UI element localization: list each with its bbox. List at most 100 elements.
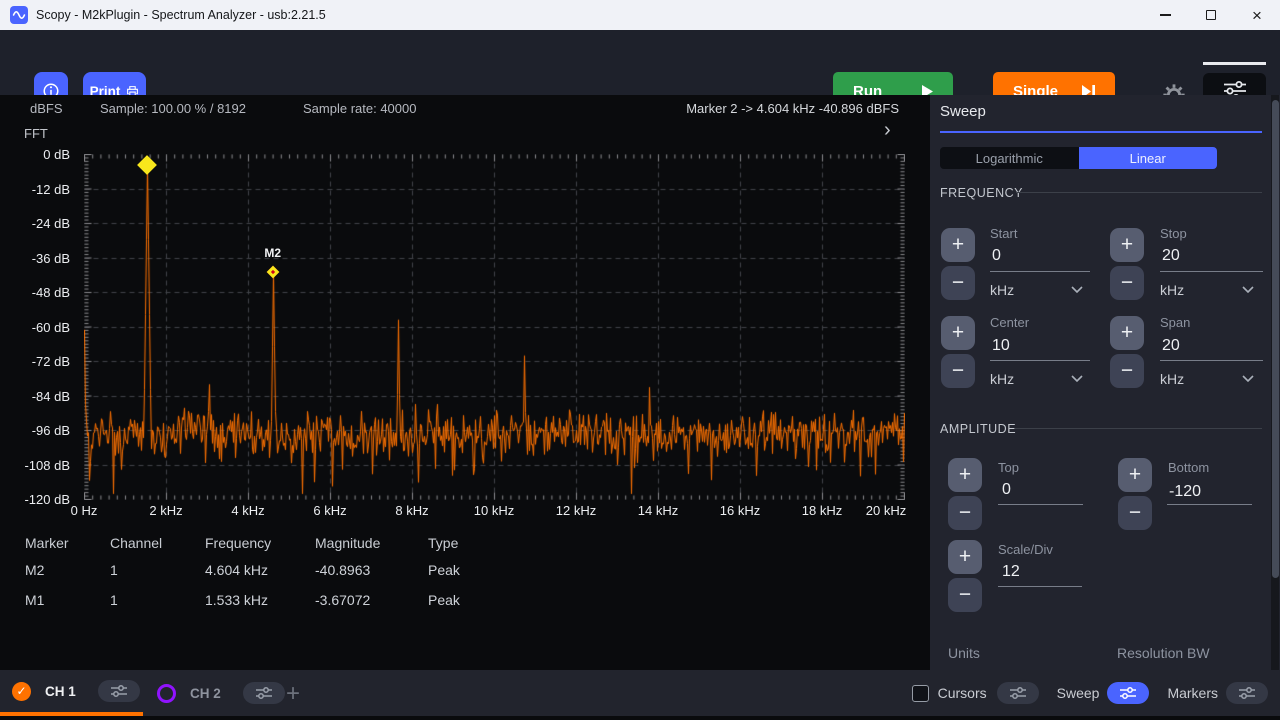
sliders-icon: [1008, 686, 1028, 700]
cursors-label: Cursors: [938, 685, 987, 701]
field-underline: [1167, 504, 1252, 505]
field-underline: [990, 360, 1090, 361]
x-tick-label: 8 kHz: [395, 503, 428, 518]
sliders-icon: [109, 684, 129, 698]
sweep-settings-panel: Sweep Logarithmic Linear FREQUENCY + − S…: [930, 95, 1280, 670]
stop-increment-button[interactable]: +: [1110, 228, 1144, 262]
sliders-icon: [1118, 686, 1138, 700]
span-value[interactable]: 20: [1162, 337, 1180, 355]
scale-toggle: Logarithmic Linear: [940, 147, 1217, 169]
span-increment-button[interactable]: +: [1110, 316, 1144, 350]
bottom-increment-button[interactable]: +: [1118, 458, 1152, 492]
marker-cell: -3.67072: [315, 592, 370, 608]
titlebar: Scopy - M2kPlugin - Spectrum Analyzer - …: [0, 0, 1280, 30]
scalediv-decrement-button[interactable]: −: [948, 578, 982, 612]
field-underline: [1160, 271, 1263, 272]
channel-2-settings-button[interactable]: [243, 682, 285, 704]
marker-table-header-cell: Frequency: [205, 535, 271, 551]
marker-table-row-m2[interactable]: M2 1 4.604 kHz -40.8963 Peak: [0, 562, 930, 578]
marker-cell: 4.604 kHz: [205, 562, 268, 578]
y-tick-label: -72 dB: [8, 354, 70, 370]
center-label: Center: [990, 315, 1029, 330]
maximize-button[interactable]: [1188, 0, 1234, 30]
center-increment-button[interactable]: +: [941, 316, 975, 350]
bottom-value[interactable]: -120: [1169, 483, 1201, 501]
marker-table-row-m1[interactable]: M1 1 1.533 kHz -3.67072 Peak: [0, 592, 930, 608]
y-tick-label: -96 dB: [8, 423, 70, 439]
center-unit-dropdown[interactable]: kHz: [990, 371, 1014, 387]
marker-table-header-cell: Type: [428, 535, 458, 551]
stop-unit-dropdown[interactable]: kHz: [1160, 282, 1184, 298]
field-underline: [990, 271, 1090, 272]
markers-settings-button[interactable]: [1226, 682, 1268, 704]
y-tick-label: -120 dB: [8, 492, 70, 508]
top-label: Top: [998, 460, 1019, 475]
units-label: Units: [948, 645, 980, 661]
start-increment-button[interactable]: +: [941, 228, 975, 262]
channel-2-enable-checkbox[interactable]: [157, 684, 176, 703]
toggle-logarithmic[interactable]: Logarithmic: [940, 147, 1079, 169]
chevron-down-icon[interactable]: [1071, 375, 1083, 382]
top-increment-button[interactable]: +: [948, 458, 982, 492]
panel-scrollbar[interactable]: [1271, 95, 1279, 670]
center-value[interactable]: 10: [992, 337, 1010, 355]
sliders-icon: [1237, 686, 1257, 700]
toggle-linear[interactable]: Linear: [1079, 147, 1218, 169]
marker-cell: M1: [25, 592, 44, 608]
chevron-right-icon[interactable]: ›: [884, 119, 891, 142]
chevron-down-icon[interactable]: [1242, 286, 1254, 293]
spectrum-plot[interactable]: [84, 154, 905, 500]
marker-cell: 1: [110, 592, 118, 608]
start-decrement-button[interactable]: −: [941, 266, 975, 300]
scalediv-value[interactable]: 12: [1002, 563, 1020, 581]
app-logo-icon: [10, 6, 28, 24]
stop-decrement-button[interactable]: −: [1110, 266, 1144, 300]
channel-1-settings-button[interactable]: [98, 680, 140, 702]
channel-1-enable-checkbox[interactable]: ✓: [12, 682, 31, 701]
stop-label: Stop: [1160, 226, 1187, 241]
channel-1-tab[interactable]: ✓ CH 1: [0, 670, 143, 716]
center-decrement-button[interactable]: −: [941, 354, 975, 388]
channel-2-label: CH 2: [190, 686, 221, 701]
start-value[interactable]: 0: [992, 247, 1001, 265]
toolbar: Print Run Single: [0, 30, 1280, 95]
close-icon: ×: [1252, 7, 1262, 24]
field-underline: [1160, 360, 1263, 361]
minimize-button[interactable]: [1142, 0, 1188, 30]
sample-rate-status: Sample rate: 40000: [303, 101, 416, 116]
amplitude-section-label: AMPLITUDE: [940, 422, 1016, 436]
y-tick-label: -36 dB: [8, 251, 70, 267]
bottom-bar: ✓ CH 1 CH 2: [0, 670, 1280, 720]
sweep-settings-button[interactable]: [1107, 682, 1149, 704]
field-underline: [998, 586, 1082, 587]
section-divider: [1015, 428, 1262, 429]
start-unit-dropdown[interactable]: kHz: [990, 282, 1014, 298]
chevron-down-icon[interactable]: [1242, 375, 1254, 382]
marker-table-header-cell: Channel: [110, 535, 162, 551]
scalediv-increment-button[interactable]: +: [948, 540, 982, 574]
y-tick-label: -12 dB: [8, 182, 70, 198]
bottom-decrement-button[interactable]: −: [1118, 496, 1152, 530]
top-decrement-button[interactable]: −: [948, 496, 982, 530]
sweep-toggle-label: Sweep: [1057, 685, 1100, 701]
add-channel-button[interactable]: +: [286, 680, 300, 708]
x-tick-label: 6 kHz: [313, 503, 346, 518]
bottom-bar-toggles: Cursors Sweep Markers: [912, 670, 1268, 716]
y-tick-label: -24 dB: [8, 216, 70, 232]
panel-scrollbar-thumb[interactable]: [1272, 100, 1279, 578]
span-decrement-button[interactable]: −: [1110, 354, 1144, 388]
cursors-settings-button[interactable]: [997, 682, 1039, 704]
chevron-down-icon[interactable]: [1071, 286, 1083, 293]
maximize-icon: [1206, 10, 1216, 20]
field-underline: [998, 504, 1083, 505]
x-tick-label: 14 kHz: [638, 503, 678, 518]
span-unit-dropdown[interactable]: kHz: [1160, 371, 1184, 387]
y-tick-label: -60 dB: [8, 320, 70, 336]
stop-value[interactable]: 20: [1162, 247, 1180, 265]
y-tick-label: 0 dB: [8, 147, 70, 163]
close-button[interactable]: ×: [1234, 0, 1280, 30]
minimize-icon: [1160, 14, 1171, 15]
top-value[interactable]: 0: [1002, 481, 1011, 499]
cursors-checkbox[interactable]: [912, 685, 929, 702]
x-tick-label: 18 kHz: [802, 503, 842, 518]
